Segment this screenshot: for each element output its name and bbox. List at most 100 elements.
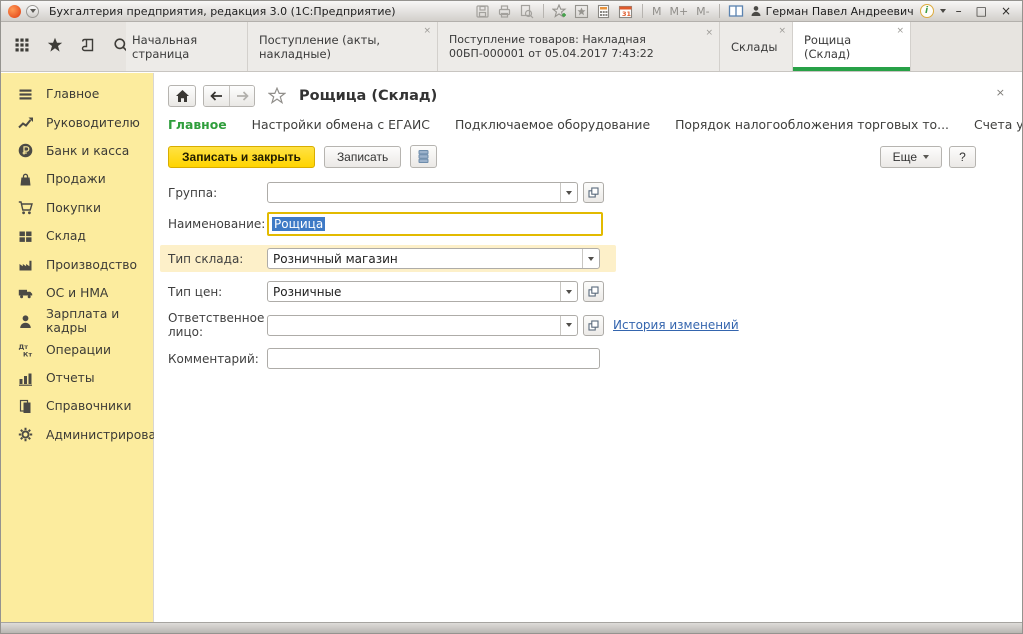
cart-icon (18, 200, 33, 215)
back-button[interactable] (204, 86, 229, 106)
window-title: Бухгалтерия предприятия, редакция 3.0 (1… (49, 5, 396, 18)
sidebar-item-reports[interactable]: Отчеты (1, 364, 153, 392)
chevron-down-icon (923, 155, 929, 159)
1c-logo-icon (8, 5, 21, 18)
tab-receipts-list[interactable]: Поступление (акты, накладные) × (248, 22, 438, 71)
split-window-icon[interactable] (728, 3, 744, 19)
factory-icon (18, 257, 33, 272)
minimize-button[interactable]: – (952, 4, 966, 18)
favorites-icon[interactable] (574, 3, 590, 19)
bag-icon (18, 172, 33, 187)
field-row-price-type: Тип цен: Розничные (168, 281, 1022, 302)
responsible-combo[interactable] (267, 315, 578, 336)
calculator-icon[interactable] (596, 3, 612, 19)
favorite-star-button[interactable] (268, 87, 286, 104)
dropdown-arrow-icon[interactable] (582, 249, 599, 268)
tab-goods-receipt[interactable]: Поступление товаров: Накладная 00БП-0000… (438, 22, 720, 71)
arrow-right-icon (235, 90, 250, 102)
field-row-name: Наименование: Рощица (168, 212, 1022, 236)
user-icon (750, 5, 762, 17)
tab-close-icon[interactable]: × (896, 26, 904, 36)
comment-input[interactable] (267, 348, 600, 369)
tab-close-icon[interactable]: × (423, 26, 431, 36)
system-menu-button[interactable] (26, 5, 39, 18)
info-button[interactable]: i (920, 4, 934, 18)
change-history-button[interactable] (410, 145, 437, 168)
nav-link-main[interactable]: Главное (168, 117, 227, 132)
print-icon[interactable] (497, 3, 513, 19)
field-row-comment: Комментарий: (168, 348, 1022, 369)
open-tabs: Начальная страница Поступление (акты, на… (126, 22, 1022, 71)
titlebar-chevron-down-icon[interactable] (940, 9, 946, 13)
field-label-name: Наименование: (168, 217, 267, 231)
help-button[interactable]: ? (949, 146, 976, 168)
save-button[interactable]: Записать (324, 146, 401, 168)
history-icon[interactable] (80, 37, 96, 57)
field-label-comment: Комментарий: (168, 352, 267, 366)
tab-bar: Начальная страница Поступление (акты, на… (1, 22, 1022, 72)
group-combo[interactable] (267, 182, 578, 203)
responsible-open-button[interactable] (583, 315, 604, 336)
sidebar-item-fixed-assets[interactable]: ОС и НМА (1, 279, 153, 307)
warehouse-type-combo[interactable]: Розничный магазин (267, 248, 600, 269)
nav-link-egais[interactable]: Настройки обмена с ЕГАИС (252, 117, 430, 132)
open-icon (588, 320, 599, 331)
trend-icon (18, 115, 33, 130)
app-window: Бухгалтерия предприятия, редакция 3.0 (1… (0, 0, 1023, 634)
nav-link-equipment[interactable]: Подключаемое оборудование (455, 117, 650, 132)
add-favorite-icon[interactable] (552, 3, 568, 19)
memory-recall-button[interactable]: M (651, 5, 663, 18)
field-row-responsible: Ответственное лицо: История изменений (168, 311, 1022, 339)
form-close-icon[interactable]: × (996, 86, 1005, 99)
save-and-close-button[interactable]: Записать и закрыть (168, 146, 315, 168)
sidebar-item-sales[interactable]: Продажи (1, 165, 153, 193)
group-open-button[interactable] (583, 182, 604, 203)
forward-button[interactable] (229, 86, 254, 106)
sidebar-item-administration[interactable]: Администрирование (1, 421, 153, 449)
menu-grid-icon[interactable] (14, 37, 30, 57)
sidebar-item-main[interactable]: Главное (1, 80, 153, 108)
save-icon[interactable] (475, 3, 491, 19)
history-changes-link[interactable]: История изменений (613, 318, 739, 332)
sidebar-item-manager[interactable]: Руководителю (1, 108, 153, 136)
memory-minus-button[interactable]: M- (695, 5, 710, 18)
price-type-combo[interactable]: Розничные (267, 281, 578, 302)
tab-close-icon[interactable]: × (778, 26, 786, 36)
name-input[interactable]: Рощица (267, 212, 603, 236)
sidebar-item-warehouse[interactable]: Склад (1, 222, 153, 250)
field-label-group: Группа: (168, 186, 267, 200)
calendar-icon[interactable]: 31 (618, 3, 634, 19)
open-icon (588, 187, 599, 198)
price-type-open-button[interactable] (583, 281, 604, 302)
sidebar-item-bank-cash[interactable]: Банк и касса (1, 137, 153, 165)
barchart-icon (18, 371, 33, 386)
dropdown-arrow-icon[interactable] (560, 282, 577, 301)
window-bottom-border (1, 622, 1022, 633)
dropdown-arrow-icon[interactable] (560, 183, 577, 202)
dropdown-arrow-icon[interactable] (560, 316, 577, 335)
ruble-icon (18, 143, 33, 158)
home-button[interactable] (168, 85, 196, 107)
current-user[interactable]: Герман Павел Андреевич (750, 5, 914, 18)
memory-plus-button[interactable]: M+ (668, 5, 689, 18)
sidebar-item-directories[interactable]: Справочники (1, 392, 153, 420)
nav-link-accounts[interactable]: Счета учета номенклатуры (974, 117, 1022, 132)
more-button[interactable]: Еще (880, 146, 942, 168)
sidebar-item-operations[interactable]: ДтКт Операции (1, 336, 153, 364)
sidebar-item-purchases[interactable]: Покупки (1, 194, 153, 222)
print-preview-icon[interactable] (519, 3, 535, 19)
stacked-docs-icon (417, 149, 430, 164)
nav-link-taxation[interactable]: Порядок налогообложения торговых то... (675, 117, 949, 132)
tab-home[interactable]: Начальная страница (126, 22, 248, 71)
field-row-group: Группа: (168, 182, 1022, 203)
sidebar-item-production[interactable]: Производство (1, 250, 153, 278)
form-panel: Рощица (Склад) × Главное Настройки обмен… (154, 73, 1022, 622)
tab-roshchitsa-warehouse[interactable]: Рощица (Склад) × (793, 22, 911, 71)
maximize-button[interactable]: □ (972, 4, 991, 18)
close-window-button[interactable]: × (997, 4, 1015, 18)
sidebar-item-payroll-hr[interactable]: Зарплата и кадры (1, 307, 153, 335)
favorites-star-icon[interactable] (47, 37, 63, 57)
tab-close-icon[interactable]: × (705, 26, 713, 40)
title-bar: Бухгалтерия предприятия, редакция 3.0 (1… (1, 1, 1022, 22)
tab-warehouses[interactable]: Склады × (720, 22, 793, 71)
